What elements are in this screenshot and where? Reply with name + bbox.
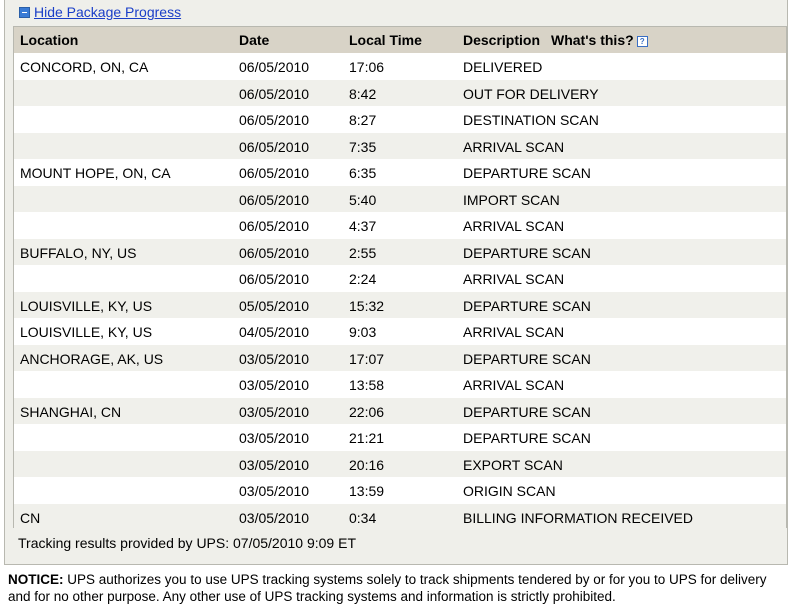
cell-location: BUFFALO, NY, US bbox=[20, 244, 137, 261]
cell-description: DEPARTURE SCAN bbox=[463, 350, 591, 367]
cell-local-time: 20:16 bbox=[349, 456, 385, 473]
cell-date: 03/05/2010 bbox=[239, 509, 310, 526]
table-row: CN 03/05/2010 0:34 BILLING INFORMATION RECE… bbox=[14, 503, 786, 530]
header-local-time: Local Time bbox=[349, 32, 422, 48]
cell-date: 06/05/2010 bbox=[239, 244, 310, 261]
cell-local-time: 5:40 bbox=[349, 191, 377, 208]
cell-location: MOUNT HOPE, ON, CA bbox=[20, 165, 171, 181]
cell-date: 06/05/2010 bbox=[239, 271, 310, 287]
cell-description: DEPARTURE SCAN bbox=[463, 244, 591, 261]
table-body: CONCORD, ON, CA 06/05/2010 17:06 DELIVERED 0… bbox=[14, 53, 786, 530]
cell-description: DESTINATION SCAN bbox=[463, 112, 599, 128]
cell-date: 06/05/2010 bbox=[239, 59, 310, 75]
collapse-minus-icon[interactable] bbox=[19, 6, 30, 18]
cell-date: 06/05/2010 bbox=[239, 218, 310, 234]
cell-description: DELIVERED bbox=[463, 59, 543, 75]
cell-date: 03/05/2010 bbox=[239, 430, 310, 446]
cell-location: SHANGHAI, CN bbox=[20, 403, 122, 420]
header-location: Location bbox=[20, 32, 79, 48]
table-header: Location Date Local Time Description Wha… bbox=[14, 27, 786, 53]
header-date: Date bbox=[239, 32, 270, 48]
cell-date: 03/05/2010 bbox=[239, 350, 310, 367]
whats-this-label[interactable]: What's this? bbox=[551, 32, 634, 48]
cell-local-time: 8:27 bbox=[349, 112, 377, 128]
cell-description: DEPARTURE SCAN bbox=[463, 165, 591, 181]
cell-date: 05/05/2010 bbox=[239, 297, 310, 314]
table-row: LOUISVILLE, KY, US 05/05/2010 15:32 DEPARTU… bbox=[14, 291, 786, 318]
cell-description: ARRIVAL SCAN bbox=[463, 324, 565, 340]
cell-local-time: 13:59 bbox=[349, 483, 385, 499]
cell-location: CN bbox=[20, 509, 41, 526]
table-row: 06/05/2010 8:42 OUT FOR DELIVERY bbox=[14, 79, 786, 106]
cell-description: DEPARTURE SCAN bbox=[463, 403, 591, 420]
cell-local-time: 4:37 bbox=[349, 218, 377, 234]
table-row: 06/05/2010 2:24 ARRIVAL SCAN bbox=[14, 265, 786, 292]
cell-description: BILLING INFORMATION RECEIVED bbox=[463, 509, 693, 526]
cell-local-time: 17:06 bbox=[349, 59, 385, 75]
cell-local-time: 9:03 bbox=[349, 324, 377, 340]
cell-date: 06/05/2010 bbox=[239, 191, 310, 208]
cell-local-time: 22:06 bbox=[349, 403, 385, 420]
question-mark-icon[interactable]: ? bbox=[636, 36, 648, 47]
cell-date: 03/05/2010 bbox=[239, 483, 310, 499]
cell-local-time: 8:42 bbox=[349, 85, 377, 102]
package-progress-panel: Hide Package Progress Location Date Loca… bbox=[4, 0, 788, 565]
cell-description: EXPORT SCAN bbox=[463, 456, 563, 473]
cell-description: ARRIVAL SCAN bbox=[463, 138, 565, 155]
table-row: 06/05/2010 8:27 DESTINATION SCAN bbox=[14, 106, 786, 133]
header-description: Description bbox=[463, 32, 541, 48]
cell-description: IMPORT SCAN bbox=[463, 191, 560, 208]
cell-local-time: 0:34 bbox=[349, 509, 377, 526]
notice-text: NOTICE: UPS authorizes you to use UPS tr… bbox=[8, 571, 788, 605]
cell-local-time: 13:58 bbox=[349, 377, 385, 393]
cell-local-time: 2:55 bbox=[349, 244, 377, 261]
tracking-results-note: Tracking results provided by UPS: 07/05/… bbox=[18, 535, 356, 551]
cell-local-time: 7:35 bbox=[349, 138, 377, 155]
table-row: 06/05/2010 5:40 IMPORT SCAN bbox=[14, 185, 786, 212]
cell-date: 06/05/2010 bbox=[239, 165, 310, 181]
cell-description: ARRIVAL SCAN bbox=[463, 377, 565, 393]
table-row: ANCHORAGE, AK, US 03/05/2010 17:07 DEPARTUR… bbox=[14, 344, 786, 371]
cell-location: LOUISVILLE, KY, US bbox=[20, 324, 153, 340]
cell-date: 04/05/2010 bbox=[239, 324, 310, 340]
table-row: SHANGHAI, CN 03/05/2010 22:06 DEPARTURE SCA… bbox=[14, 397, 786, 424]
cell-date: 03/05/2010 bbox=[239, 377, 310, 393]
table-row: MOUNT HOPE, ON, CA 06/05/2010 6:35 DEPARTUR… bbox=[14, 159, 786, 186]
cell-local-time: 17:07 bbox=[349, 350, 385, 367]
table-row: 06/05/2010 4:37 ARRIVAL SCAN bbox=[14, 212, 786, 239]
cell-description: ORIGIN SCAN bbox=[463, 483, 556, 499]
cell-location: CONCORD, ON, CA bbox=[20, 59, 149, 75]
cell-location: ANCHORAGE, AK, US bbox=[20, 350, 164, 367]
package-progress-table: Location Date Local Time Description Wha… bbox=[13, 26, 787, 530]
cell-local-time: 6:35 bbox=[349, 165, 377, 181]
cell-description: DEPARTURE SCAN bbox=[463, 430, 591, 446]
package-progress-toggle[interactable]: Hide Package Progress bbox=[19, 3, 181, 21]
cell-local-time: 15:32 bbox=[349, 297, 385, 314]
whats-this-link[interactable]: What's this?? bbox=[551, 32, 648, 48]
table-row: 03/05/2010 21:21 DEPARTURE SCAN bbox=[14, 424, 786, 451]
cell-local-time: 21:21 bbox=[349, 430, 385, 446]
cell-description: DEPARTURE SCAN bbox=[463, 297, 591, 314]
hide-package-progress-link[interactable]: Hide Package Progress bbox=[34, 4, 181, 20]
cell-date: 06/05/2010 bbox=[239, 112, 310, 128]
cell-description: ARRIVAL SCAN bbox=[463, 271, 565, 287]
table-row: 03/05/2010 20:16 EXPORT SCAN bbox=[14, 450, 786, 477]
table-row: BUFFALO, NY, US 06/05/2010 2:55 DEPARTURE S… bbox=[14, 238, 786, 265]
cell-date: 06/05/2010 bbox=[239, 138, 310, 155]
cell-date: 03/05/2010 bbox=[239, 403, 310, 420]
cell-date: 03/05/2010 bbox=[239, 456, 310, 473]
table-row: 03/05/2010 13:59 ORIGIN SCAN bbox=[14, 477, 786, 504]
table-row: LOUISVILLE, KY, US 04/05/2010 9:03 ARRIVAL … bbox=[14, 318, 786, 345]
cell-local-time: 2:24 bbox=[349, 271, 377, 287]
table-row: 06/05/2010 7:35 ARRIVAL SCAN bbox=[14, 132, 786, 159]
notice-label: NOTICE: bbox=[8, 572, 64, 587]
notice-body: UPS authorizes you to use UPS tracking s… bbox=[8, 572, 767, 604]
table-row: CONCORD, ON, CA 06/05/2010 17:06 DELIVERED bbox=[14, 53, 786, 80]
cell-description: OUT FOR DELIVERY bbox=[463, 85, 599, 102]
cell-date: 06/05/2010 bbox=[239, 85, 310, 102]
table-row: 03/05/2010 13:58 ARRIVAL SCAN bbox=[14, 371, 786, 398]
cell-description: ARRIVAL SCAN bbox=[463, 218, 565, 234]
cell-location: LOUISVILLE, KY, US bbox=[20, 297, 153, 314]
